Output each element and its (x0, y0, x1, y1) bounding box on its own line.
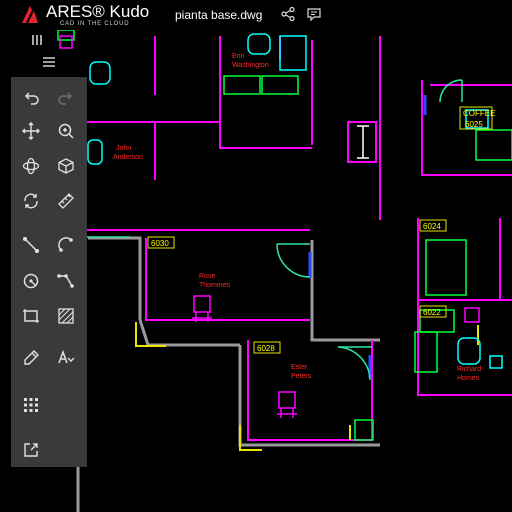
orbit-icon[interactable] (18, 153, 44, 179)
panel-collapse-icon[interactable] (30, 33, 44, 47)
brand-tagline: CAD IN THE CLOUD (60, 21, 130, 27)
edit-icon[interactable] (18, 345, 44, 371)
occupant-first-name: Rose (199, 273, 215, 280)
file-name: pianta base.dwg (175, 8, 263, 22)
undo-icon[interactable] (18, 84, 44, 110)
zoom-icon[interactable] (53, 118, 79, 144)
hatch-icon[interactable] (53, 303, 79, 329)
measure-icon[interactable] (53, 188, 79, 214)
comment-icon[interactable] (306, 6, 322, 22)
structure-walls (76, 236, 380, 512)
line-icon[interactable] (18, 232, 44, 258)
room-tag: 6028 (257, 344, 275, 353)
room-tag: 6025 (465, 120, 483, 129)
occupant-first-name: John (116, 145, 131, 152)
office-chairs (192, 125, 369, 418)
desks (57, 30, 512, 441)
occupant-last-name: Thommes (199, 282, 231, 289)
room-tag: 6024 (423, 222, 441, 231)
pan-icon[interactable] (18, 118, 44, 144)
menu-icon[interactable] (42, 55, 56, 69)
ares-logo-icon (22, 6, 38, 23)
occupant-last-name: Homes (457, 375, 480, 382)
redo-icon[interactable] (53, 84, 79, 110)
exterior-walls (135, 322, 479, 451)
tool-palette (11, 77, 87, 467)
occupant-first-name: Richard (457, 366, 481, 373)
arc-icon[interactable] (53, 232, 79, 258)
occupant-last-name: Anderson (113, 154, 143, 161)
room-name: COFFEE (463, 109, 495, 118)
occupant-last-name: Peters (291, 373, 312, 380)
room-tag: 6030 (151, 239, 169, 248)
text-icon[interactable] (53, 345, 79, 371)
export-icon[interactable] (18, 437, 44, 463)
grid-icon[interactable] (18, 392, 44, 418)
view-cube-icon[interactable] (53, 153, 79, 179)
occupant-last-name: Washington (232, 62, 269, 69)
top-bar: ARES® Kudo CAD IN THE CLOUD pianta base.… (0, 0, 512, 30)
refresh-icon[interactable] (18, 188, 44, 214)
room-tag: 6022 (423, 308, 441, 317)
circle-icon[interactable] (18, 268, 44, 294)
brand-name: ARES® Kudo (46, 2, 150, 21)
rectangle-icon[interactable] (18, 303, 44, 329)
occupant-first-name: Ester (291, 364, 308, 371)
door-jambs (308, 95, 427, 378)
occupant-first-name: Erin (232, 53, 245, 60)
share-icon[interactable] (280, 6, 296, 22)
polyline-icon[interactable] (53, 268, 79, 294)
